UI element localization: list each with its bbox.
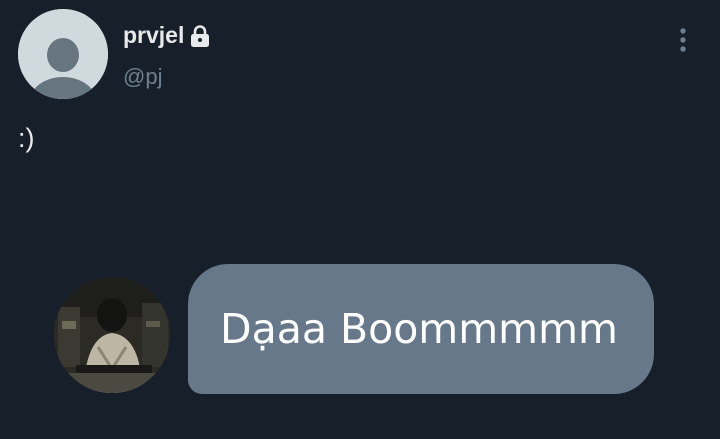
profile-avatar[interactable] xyxy=(18,9,108,99)
display-name[interactable]: prvjel xyxy=(123,22,211,49)
post-text: :) xyxy=(18,123,35,153)
default-avatar-icon xyxy=(18,9,108,99)
message-text: Dạaa Boommmmm xyxy=(220,305,618,353)
person-photo-icon xyxy=(54,277,170,393)
message-avatar[interactable] xyxy=(54,277,170,393)
more-vertical-icon[interactable] xyxy=(672,27,694,53)
user-handle[interactable]: @pj xyxy=(123,64,162,90)
lock-icon xyxy=(191,24,210,47)
message-bubble[interactable]: Dạaa Boommmmm xyxy=(188,264,654,394)
display-name-text: prvjel xyxy=(123,22,185,48)
